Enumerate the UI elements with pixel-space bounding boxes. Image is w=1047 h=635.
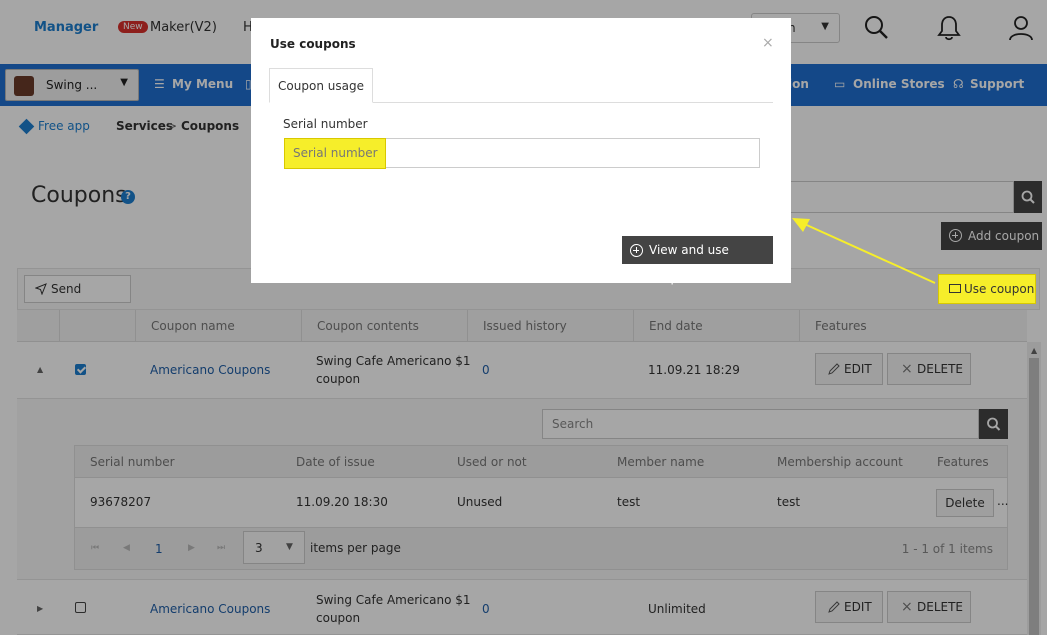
plus-circle-icon (630, 244, 643, 257)
close-icon[interactable]: × (762, 35, 774, 51)
use-coupon-button-highlight[interactable]: Use coupon (938, 274, 1036, 304)
tab-coupon-usage[interactable]: Coupon usage (269, 68, 373, 103)
use-coupon-label: Use coupon (964, 282, 1035, 296)
use-coupons-dialog: Use coupons × Coupon usage Serial number… (251, 18, 791, 285)
serial-number-placeholder: Serial number (293, 146, 378, 160)
view-and-use-label: View and use coupon (649, 243, 729, 285)
view-and-use-coupon-button[interactable]: View and use coupon (622, 236, 773, 285)
dialog-title: Use coupons (270, 37, 356, 51)
card-icon (949, 284, 961, 293)
serial-number-label: Serial number (283, 117, 368, 131)
